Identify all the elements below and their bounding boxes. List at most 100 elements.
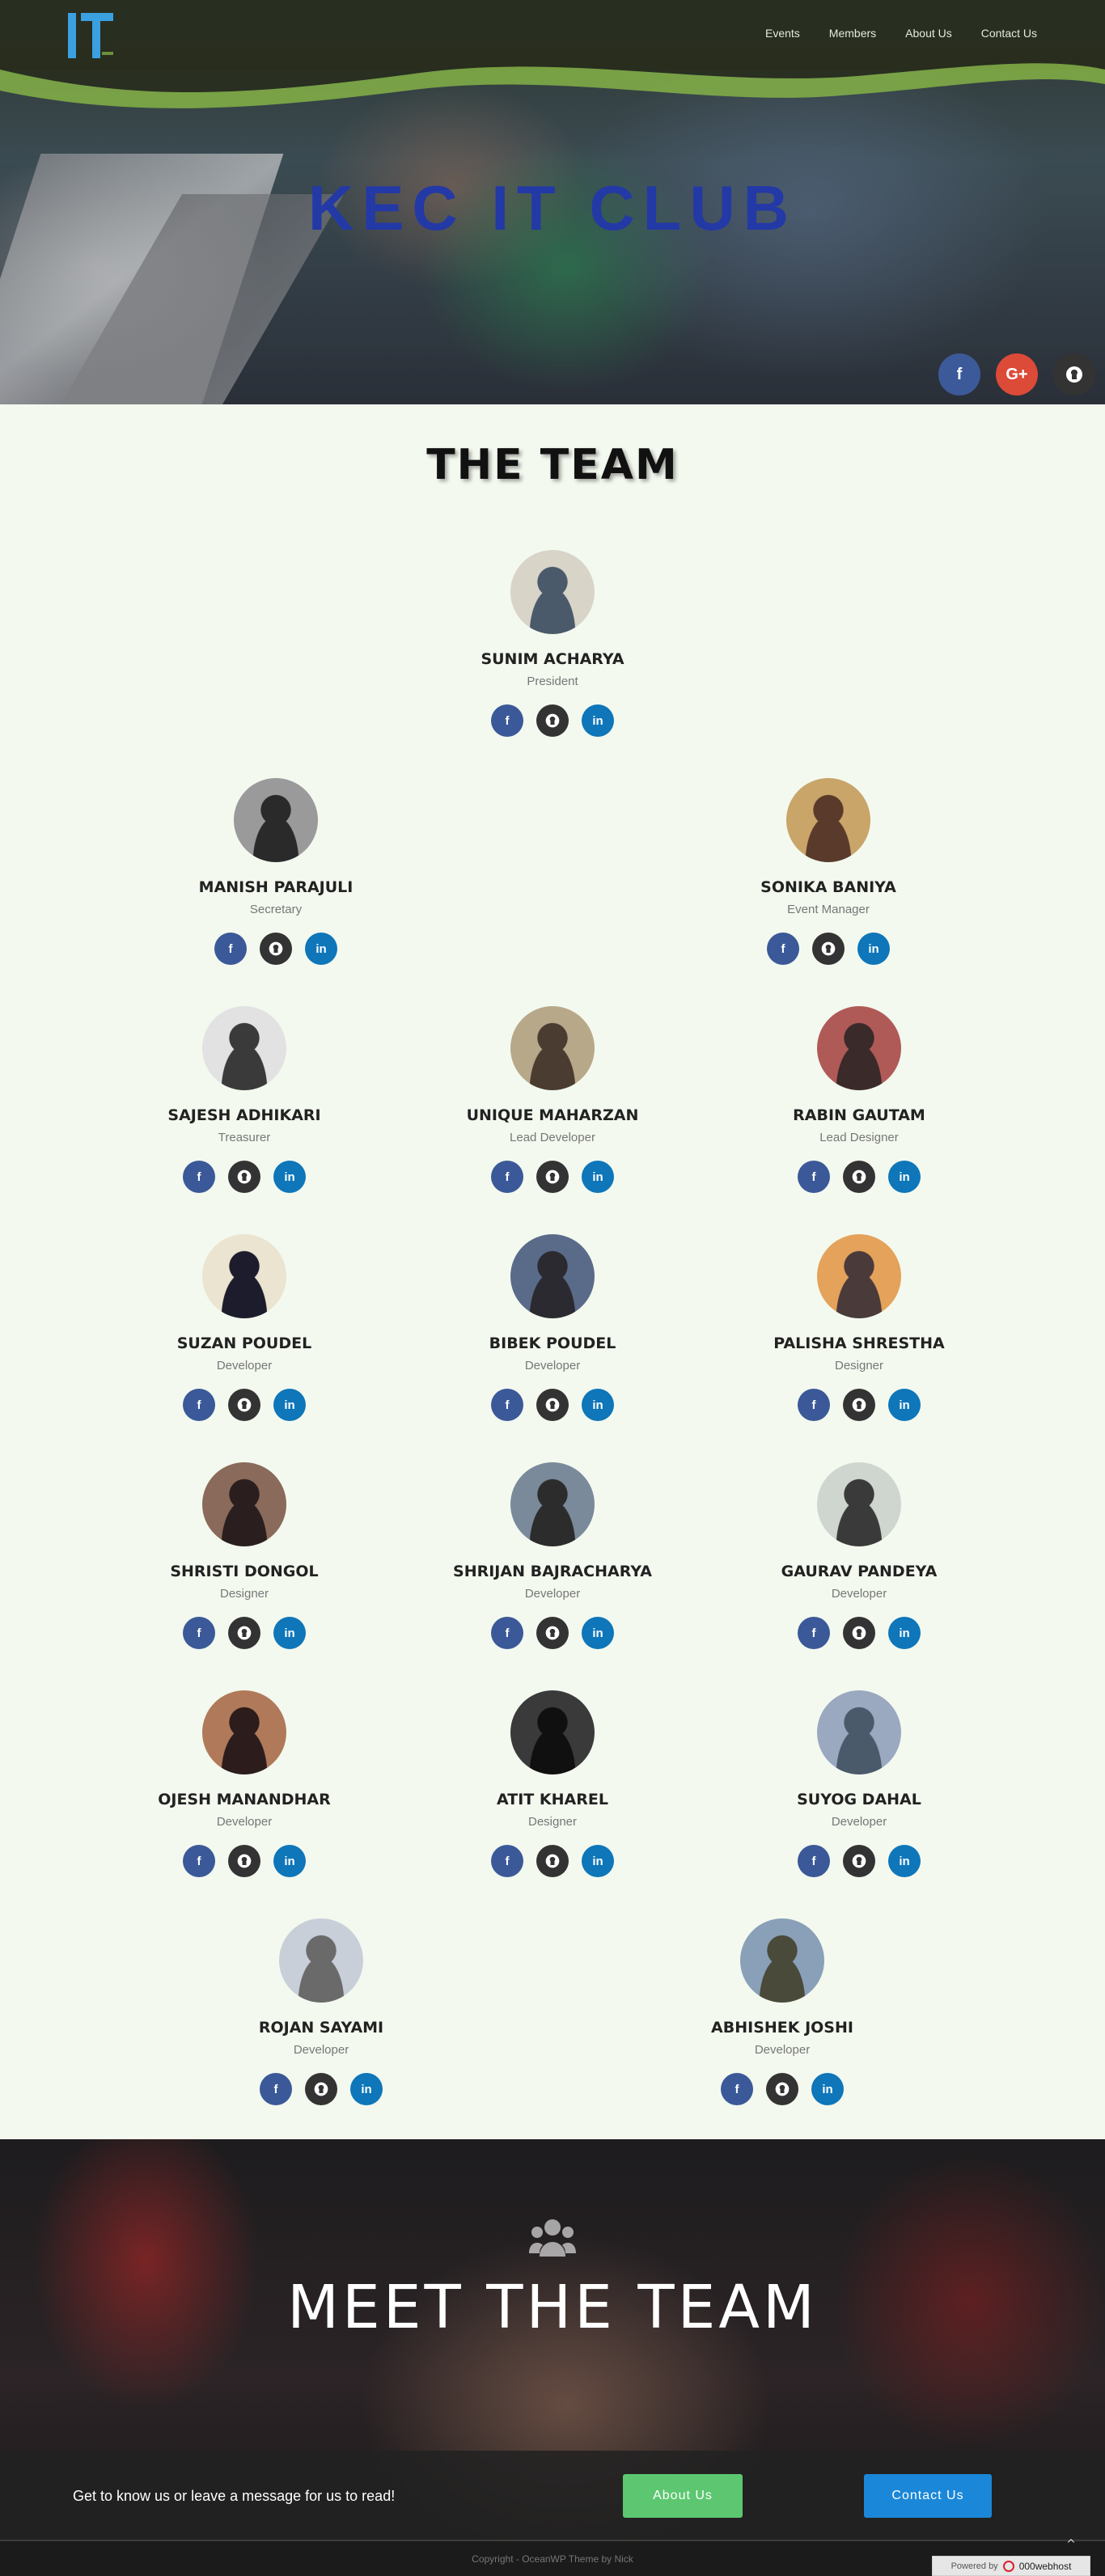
linkedin-icon[interactable]: in bbox=[350, 2073, 383, 2105]
contact-us-button[interactable]: Contact Us bbox=[864, 2474, 992, 2518]
github-icon[interactable] bbox=[228, 1161, 260, 1193]
github-icon[interactable] bbox=[536, 704, 569, 737]
linkedin-icon[interactable]: in bbox=[888, 1389, 921, 1421]
github-glyph bbox=[775, 2082, 790, 2096]
github-icon[interactable] bbox=[843, 1161, 875, 1193]
team-member-card: SUYOG DAHAL Developer f in bbox=[730, 1690, 989, 1877]
nav-contact-us[interactable]: Contact Us bbox=[981, 27, 1037, 40]
linkedin-glyph: in bbox=[284, 1626, 295, 1640]
facebook-icon[interactable]: f bbox=[721, 2073, 753, 2105]
github-glyph bbox=[237, 1170, 252, 1184]
facebook-icon[interactable]: f bbox=[183, 1161, 215, 1193]
linkedin-glyph: in bbox=[868, 941, 879, 956]
facebook-icon[interactable]: f bbox=[798, 1161, 830, 1193]
linkedin-icon[interactable]: in bbox=[811, 2073, 844, 2105]
facebook-icon[interactable]: f bbox=[798, 1389, 830, 1421]
linkedin-icon[interactable]: in bbox=[273, 1617, 306, 1649]
facebook-glyph: f bbox=[505, 1854, 510, 1868]
member-social-links: f in bbox=[146, 933, 405, 965]
facebook-icon[interactable]: f bbox=[798, 1845, 830, 1877]
linkedin-icon[interactable]: in bbox=[888, 1161, 921, 1193]
github-icon[interactable] bbox=[536, 1845, 569, 1877]
github-icon[interactable] bbox=[228, 1845, 260, 1877]
nav-members[interactable]: Members bbox=[829, 27, 876, 40]
github-glyph bbox=[852, 1626, 866, 1640]
facebook-icon[interactable]: f bbox=[491, 1845, 523, 1877]
linkedin-icon[interactable]: in bbox=[857, 933, 890, 965]
member-social-links: f in bbox=[423, 1161, 682, 1193]
google-plus-icon[interactable]: G+ bbox=[996, 353, 1038, 395]
facebook-icon[interactable]: f bbox=[491, 1161, 523, 1193]
linkedin-icon[interactable]: in bbox=[888, 1845, 921, 1877]
github-icon[interactable] bbox=[812, 933, 845, 965]
github-icon[interactable] bbox=[843, 1389, 875, 1421]
linkedin-icon[interactable]: in bbox=[582, 1389, 614, 1421]
about-us-button[interactable]: About Us bbox=[623, 2474, 743, 2518]
github-glyph bbox=[314, 2082, 328, 2096]
github-icon[interactable] bbox=[228, 1617, 260, 1649]
facebook-icon[interactable]: f bbox=[491, 1389, 523, 1421]
facebook-glyph: f bbox=[811, 1626, 816, 1640]
member-name: SUZAN POUDEL bbox=[176, 1335, 312, 1352]
facebook-icon[interactable]: f bbox=[183, 1845, 215, 1877]
facebook-icon[interactable]: f bbox=[491, 1617, 523, 1649]
linkedin-icon[interactable]: in bbox=[582, 1161, 614, 1193]
linkedin-icon[interactable]: in bbox=[582, 1845, 614, 1877]
powered-by-badge[interactable]: Powered by 000webhost bbox=[932, 2556, 1090, 2576]
github-icon[interactable] bbox=[536, 1617, 569, 1649]
powered-host: 000webhost bbox=[1018, 2560, 1072, 2572]
github-glyph bbox=[821, 941, 836, 956]
member-social-links: f in bbox=[423, 1389, 682, 1421]
facebook-glyph: f bbox=[956, 365, 963, 383]
member-social-links: f in bbox=[115, 1845, 374, 1877]
github-icon[interactable] bbox=[260, 933, 292, 965]
linkedin-icon[interactable]: in bbox=[582, 1617, 614, 1649]
facebook-icon[interactable]: f bbox=[260, 2073, 292, 2105]
it-club-logo[interactable] bbox=[66, 8, 116, 61]
linkedin-glyph: in bbox=[899, 1854, 910, 1868]
team-member-card: SONIKA BANIYA Event Manager f in bbox=[699, 778, 958, 965]
github-icon[interactable] bbox=[536, 1161, 569, 1193]
github-icon[interactable] bbox=[536, 1389, 569, 1421]
linkedin-icon[interactable]: in bbox=[582, 704, 614, 737]
linkedin-glyph: in bbox=[899, 1170, 910, 1184]
github-icon[interactable] bbox=[305, 2073, 337, 2105]
hero-social-links: f G+ bbox=[938, 353, 1095, 395]
linkedin-glyph: in bbox=[822, 2082, 833, 2096]
chevron-up-icon[interactable]: ^ bbox=[1055, 2538, 1087, 2556]
member-name: ABHISHEK JOSHI bbox=[711, 2019, 853, 2037]
facebook-icon[interactable]: f bbox=[183, 1617, 215, 1649]
linkedin-icon[interactable]: in bbox=[273, 1161, 306, 1193]
member-role: Developer bbox=[831, 1587, 887, 1601]
facebook-glyph: f bbox=[197, 1398, 201, 1412]
facebook-icon[interactable]: f bbox=[491, 704, 523, 737]
facebook-icon[interactable]: f bbox=[798, 1617, 830, 1649]
linkedin-icon[interactable]: in bbox=[305, 933, 337, 965]
github-icon[interactable] bbox=[843, 1845, 875, 1877]
linkedin-icon[interactable]: in bbox=[273, 1389, 306, 1421]
facebook-glyph: f bbox=[505, 713, 510, 728]
facebook-icon[interactable]: f bbox=[938, 353, 980, 395]
facebook-icon[interactable]: f bbox=[183, 1389, 215, 1421]
member-name: SHRISTI DONGOL bbox=[170, 1563, 319, 1580]
team-member-card: PALISHA SHRESTHA Designer f in bbox=[730, 1234, 989, 1421]
nav-about-us[interactable]: About Us bbox=[905, 27, 952, 40]
linkedin-glyph: in bbox=[315, 941, 327, 956]
github-icon[interactable] bbox=[1053, 353, 1095, 395]
member-social-links: f in bbox=[423, 1617, 682, 1649]
github-icon[interactable] bbox=[766, 2073, 798, 2105]
github-icon[interactable] bbox=[843, 1617, 875, 1649]
nav-events[interactable]: Events bbox=[765, 27, 800, 40]
facebook-icon[interactable]: f bbox=[767, 933, 799, 965]
member-role: Developer bbox=[524, 1359, 581, 1373]
github-icon[interactable] bbox=[228, 1389, 260, 1421]
github-glyph bbox=[852, 1170, 866, 1184]
team-member-card: RABIN GAUTAM Lead Designer f in bbox=[730, 1006, 989, 1193]
member-role: Designer bbox=[834, 1359, 884, 1373]
member-social-links: f in bbox=[730, 1617, 989, 1649]
avatar bbox=[202, 1234, 286, 1318]
linkedin-icon[interactable]: in bbox=[273, 1845, 306, 1877]
linkedin-icon[interactable]: in bbox=[888, 1617, 921, 1649]
facebook-icon[interactable]: f bbox=[214, 933, 247, 965]
header-wave-decoration bbox=[0, 49, 1105, 108]
